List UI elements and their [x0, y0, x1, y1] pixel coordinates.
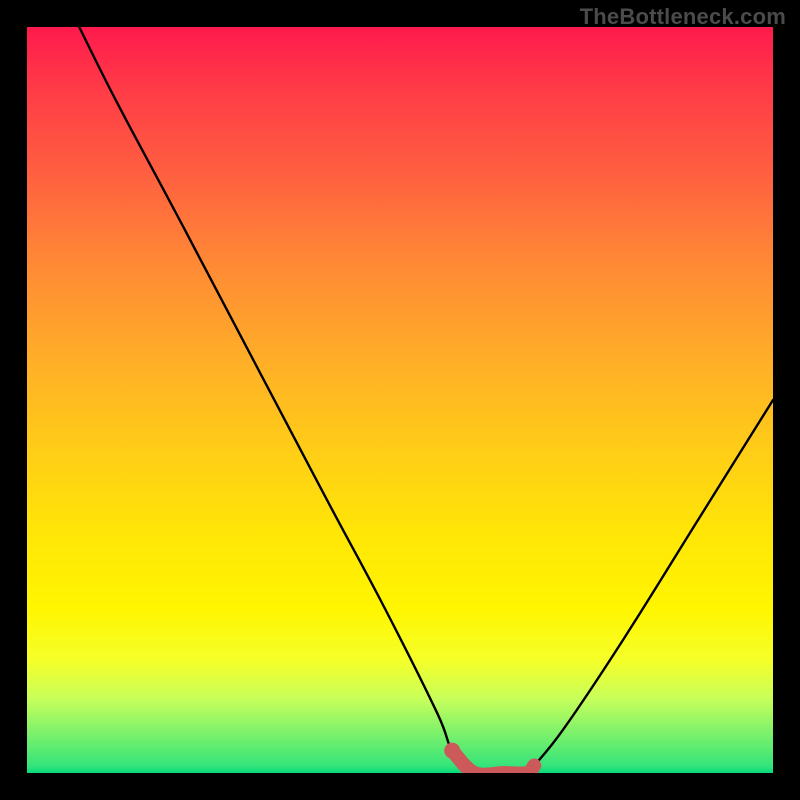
curve-layer [27, 27, 773, 773]
chart-stage: TheBottleneck.com [0, 0, 800, 800]
optimal-range-highlight [452, 751, 534, 773]
optimal-start-dot [444, 743, 460, 759]
bottleneck-curve [79, 27, 773, 773]
plot-area [27, 27, 773, 773]
